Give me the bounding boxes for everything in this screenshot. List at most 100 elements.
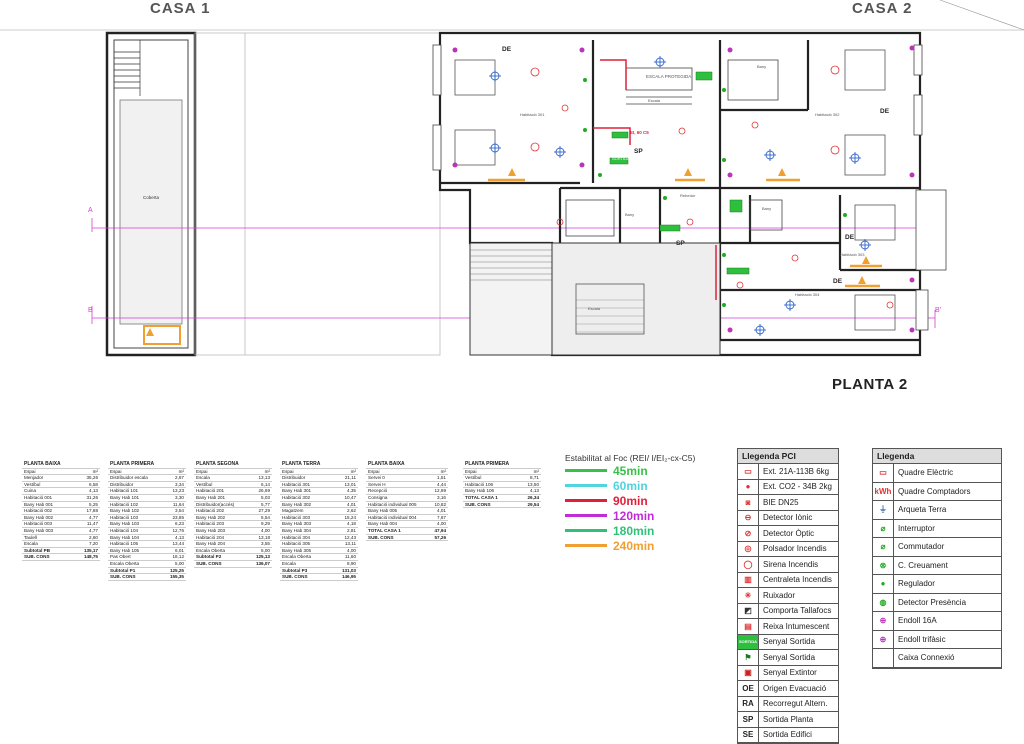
table-row: Habitació 101 13,23 bbox=[108, 487, 186, 495]
table-head: m² bbox=[248, 468, 272, 476]
legend-item: ⚑ Senyal Sortida bbox=[738, 650, 838, 666]
table-row: Bany Hab 104 4,13 bbox=[108, 534, 186, 542]
section-a-label: A bbox=[88, 207, 93, 214]
stair-block bbox=[469, 242, 721, 356]
table-row: Magatzem 2,62 bbox=[280, 507, 358, 515]
table-row: Habitació individual 004 7,67 bbox=[366, 514, 448, 522]
legend-item: ▥ Centraleta Incendis bbox=[738, 572, 838, 588]
area-table-casa1-primera: PLANTA PRIMERA Espai m² Vestíbul 8,71 Habi… bbox=[463, 461, 541, 509]
senyal-extintor-icon: ▣ bbox=[738, 665, 759, 680]
legend-item: ● Regulador bbox=[873, 575, 1001, 594]
ext-21a-icon: ▭ bbox=[738, 464, 759, 479]
table-row: Habitació individual 005 10,82 bbox=[366, 501, 448, 509]
table-row: Distribuidor(accés) 5,77 bbox=[194, 501, 272, 509]
table-row: Bany Hab 004 4,00 bbox=[366, 520, 448, 528]
fire-legend-item: 90min bbox=[565, 493, 735, 508]
legend-item: ◎ Polsador Incendis bbox=[738, 541, 838, 557]
legend-item: SORTIDA Senyal Sortida bbox=[738, 634, 838, 650]
legend-item-label: C. Creuament bbox=[898, 560, 948, 570]
legend-item-label: Senyal Sortida bbox=[763, 652, 816, 662]
table-head: Espai bbox=[108, 468, 163, 476]
fire-swatch bbox=[565, 544, 607, 547]
table-head: Espai bbox=[22, 468, 73, 476]
senyal-sortida-icon: SORTIDA bbox=[738, 634, 759, 649]
legend-item: ▤ Reixa Intumescent bbox=[738, 619, 838, 635]
fire-swatch bbox=[565, 529, 607, 532]
table-head: m² bbox=[162, 468, 186, 476]
legend-electrical: Llegenda ▭ Quadre Elèctric kWh Quadre Compt… bbox=[872, 448, 1002, 669]
reixa-icon: ▤ bbox=[738, 619, 759, 634]
sirena-icon: ◯ bbox=[738, 557, 759, 572]
recorregut-alternatiu-icon: RA bbox=[738, 696, 759, 711]
table-row: Bany Hab 101 3,30 bbox=[108, 494, 186, 502]
legend-item-label: Sortida Edifici bbox=[763, 730, 812, 740]
fire-legend-label: 45min bbox=[613, 463, 648, 478]
quadre-electric-icon: ▭ bbox=[873, 464, 894, 482]
table-row: Bany Hab 003 4,77 bbox=[22, 527, 100, 535]
table-row: Vestíbul 6,58 bbox=[22, 481, 100, 489]
table-row: Taulell 2,60 bbox=[22, 534, 100, 542]
fire-legend-item: 45min bbox=[565, 463, 735, 478]
legend-item-label: Ruixador bbox=[763, 590, 796, 600]
fire-legend-label: 120min bbox=[613, 508, 655, 523]
legend-item: ● Ext. CO2 - 34B 2kg bbox=[738, 479, 838, 495]
section-b2-label: B' bbox=[935, 307, 941, 314]
table-row: Pas Obert 18,12 bbox=[108, 553, 186, 561]
table-total: SUB. CONS 29,54 bbox=[463, 501, 541, 509]
legend-pci-title: Llegenda PCI bbox=[738, 449, 838, 464]
table-row: Bany Hab 202 5,54 bbox=[194, 514, 272, 522]
legend-item: OE Origen Evacuació bbox=[738, 681, 838, 697]
area-table-planta-terra: PLANTA TERRA Espai m² Distribuidor 21,11 H… bbox=[280, 461, 358, 581]
legend-item-label: Caixa Connexió bbox=[898, 653, 955, 663]
bany-label-1: Bany bbox=[757, 64, 766, 69]
table-row: Habitació 003 11,47 bbox=[22, 520, 100, 528]
casa1-plan: Coberta bbox=[105, 31, 197, 357]
table-head: m² bbox=[429, 468, 448, 476]
table-row: Distribuidor 3,34 bbox=[108, 481, 186, 489]
table-total: SUB. CONS 155,35 bbox=[108, 573, 186, 581]
escala-label-2: Escala bbox=[588, 306, 601, 311]
table-row: Habitació 204 13,18 bbox=[194, 534, 272, 542]
legend-item-label: Regulador bbox=[898, 579, 935, 589]
fire-legend-item: 120min bbox=[565, 508, 735, 523]
fire-legend-item: 240min bbox=[565, 538, 735, 553]
escala-protegida-label: ESCALA PROTEGIDA bbox=[646, 74, 691, 79]
legend-item-label: Ext. CO2 - 34B 2kg bbox=[763, 482, 832, 492]
table-row: Habitació 304 12,43 bbox=[280, 534, 358, 542]
table-total: SUB. CONS 146,95 bbox=[280, 573, 358, 581]
table-row: Habitació 201 26,69 bbox=[194, 487, 272, 495]
legend-item: ⊗ C. Creuament bbox=[873, 556, 1001, 575]
legend-item-label: Centraleta Incendis bbox=[763, 575, 832, 585]
table-total: SUB. CONS 148,75 bbox=[22, 553, 100, 561]
legend-item: ▭ Ext. 21A-113B 6kg bbox=[738, 464, 838, 480]
quadre-comptadors-icon: kWh bbox=[873, 482, 894, 500]
table-row: Bany Hab 106 4,13 bbox=[463, 487, 541, 495]
caixa-connexio-icon bbox=[873, 649, 894, 667]
table-head: Espai bbox=[366, 468, 430, 476]
table-row: Escala Oberta 5,00 bbox=[194, 547, 272, 555]
fire-resistance-legend: Estabilitat al Foc (REI/ I/EI₂-cx-C5) 45… bbox=[565, 453, 735, 553]
table-row: Habitació 305 13,11 bbox=[280, 540, 358, 548]
table-row: Bany Hab 002 4,77 bbox=[22, 514, 100, 522]
fire-swatch bbox=[565, 514, 607, 517]
sp-label-2: SP bbox=[676, 240, 685, 247]
table-head: Espai bbox=[463, 468, 518, 476]
table-row: Consigna 3,16 bbox=[366, 494, 448, 502]
table-row: Habitació 002 17,88 bbox=[22, 507, 100, 515]
table-row: Vestíbul 8,71 bbox=[463, 474, 541, 482]
legend-item: ◍ Detector Presència bbox=[873, 593, 1001, 612]
legend-item: SP Sortida Planta bbox=[738, 712, 838, 728]
table-total: TOTAL CASA 1 47,94 bbox=[366, 527, 448, 535]
table-row: Bany Hab 105 6,01 bbox=[108, 547, 186, 555]
table-row: Bany Hab 301 4,35 bbox=[280, 487, 358, 495]
arqueta-terra-icon: ⏚ bbox=[873, 501, 894, 519]
legend-item: ⊕ Endoll 16A bbox=[873, 612, 1001, 631]
table-row: Bany Hab 201 5,03 bbox=[194, 494, 272, 502]
table-row: Bany Hab 305 4,00 bbox=[280, 547, 358, 555]
legend-item-label: Interruptor bbox=[898, 523, 935, 533]
hab303-label: Habitació 303 bbox=[840, 252, 865, 257]
table-total: Subtotal P3 131,03 bbox=[280, 567, 358, 575]
legend-item-label: Quadre Elèctric bbox=[898, 468, 954, 478]
fire-swatch bbox=[565, 469, 607, 472]
legend-item-label: Quadre Comptadors bbox=[898, 486, 971, 496]
